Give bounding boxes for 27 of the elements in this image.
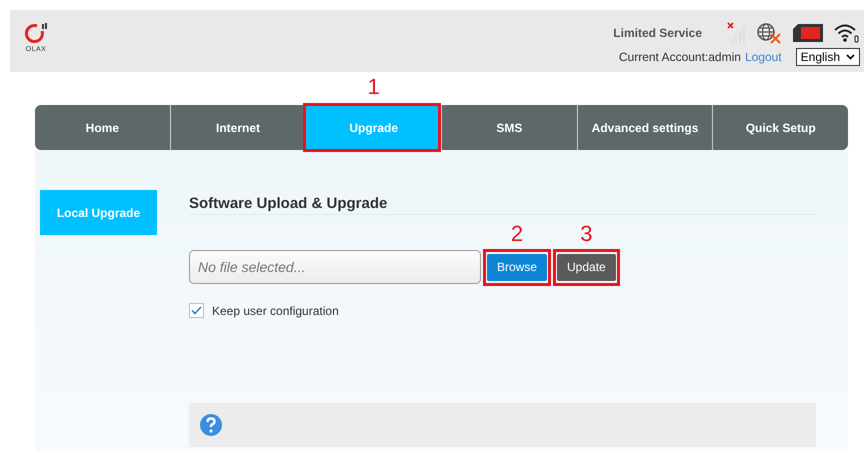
annotation-frame <box>483 248 552 286</box>
status-text: Limited Service <box>613 26 702 40</box>
sim-card-icon <box>792 23 824 43</box>
nav-tab[interactable]: Home <box>35 105 170 150</box>
annotation-frame <box>553 248 620 286</box>
annotation-number: 1 <box>366 76 381 98</box>
nav-tab[interactable]: Internet <box>170 105 306 150</box>
logout-link[interactable]: Logout <box>744 50 782 64</box>
action-button[interactable]: Update <box>557 254 616 280</box>
nav-tab[interactable]: SMS <box>442 105 577 150</box>
checkbox[interactable] <box>189 303 204 318</box>
nav-tab[interactable]: Advanced settings <box>578 105 712 150</box>
help-icon[interactable] <box>199 413 223 437</box>
annotation-number: 3 <box>579 222 594 244</box>
globe-off-icon <box>756 22 782 44</box>
account-text: Current Account:admin <box>618 50 741 64</box>
file-field[interactable]: No file selected... <box>189 250 481 284</box>
section-title: Software Upload & Upgrade <box>189 195 816 215</box>
no-signal-icon <box>726 21 746 45</box>
language-select[interactable]: English <box>796 48 860 66</box>
caret-icon <box>846 54 855 60</box>
checkbox-label: Keep user configuration <box>212 304 339 318</box>
action-button[interactable]: Browse <box>487 254 548 280</box>
wifi-icon <box>834 23 860 43</box>
annotation-number: 2 <box>510 222 524 244</box>
logo-icon <box>23 22 49 44</box>
nav-tab[interactable]: Quick Setup <box>713 105 848 150</box>
